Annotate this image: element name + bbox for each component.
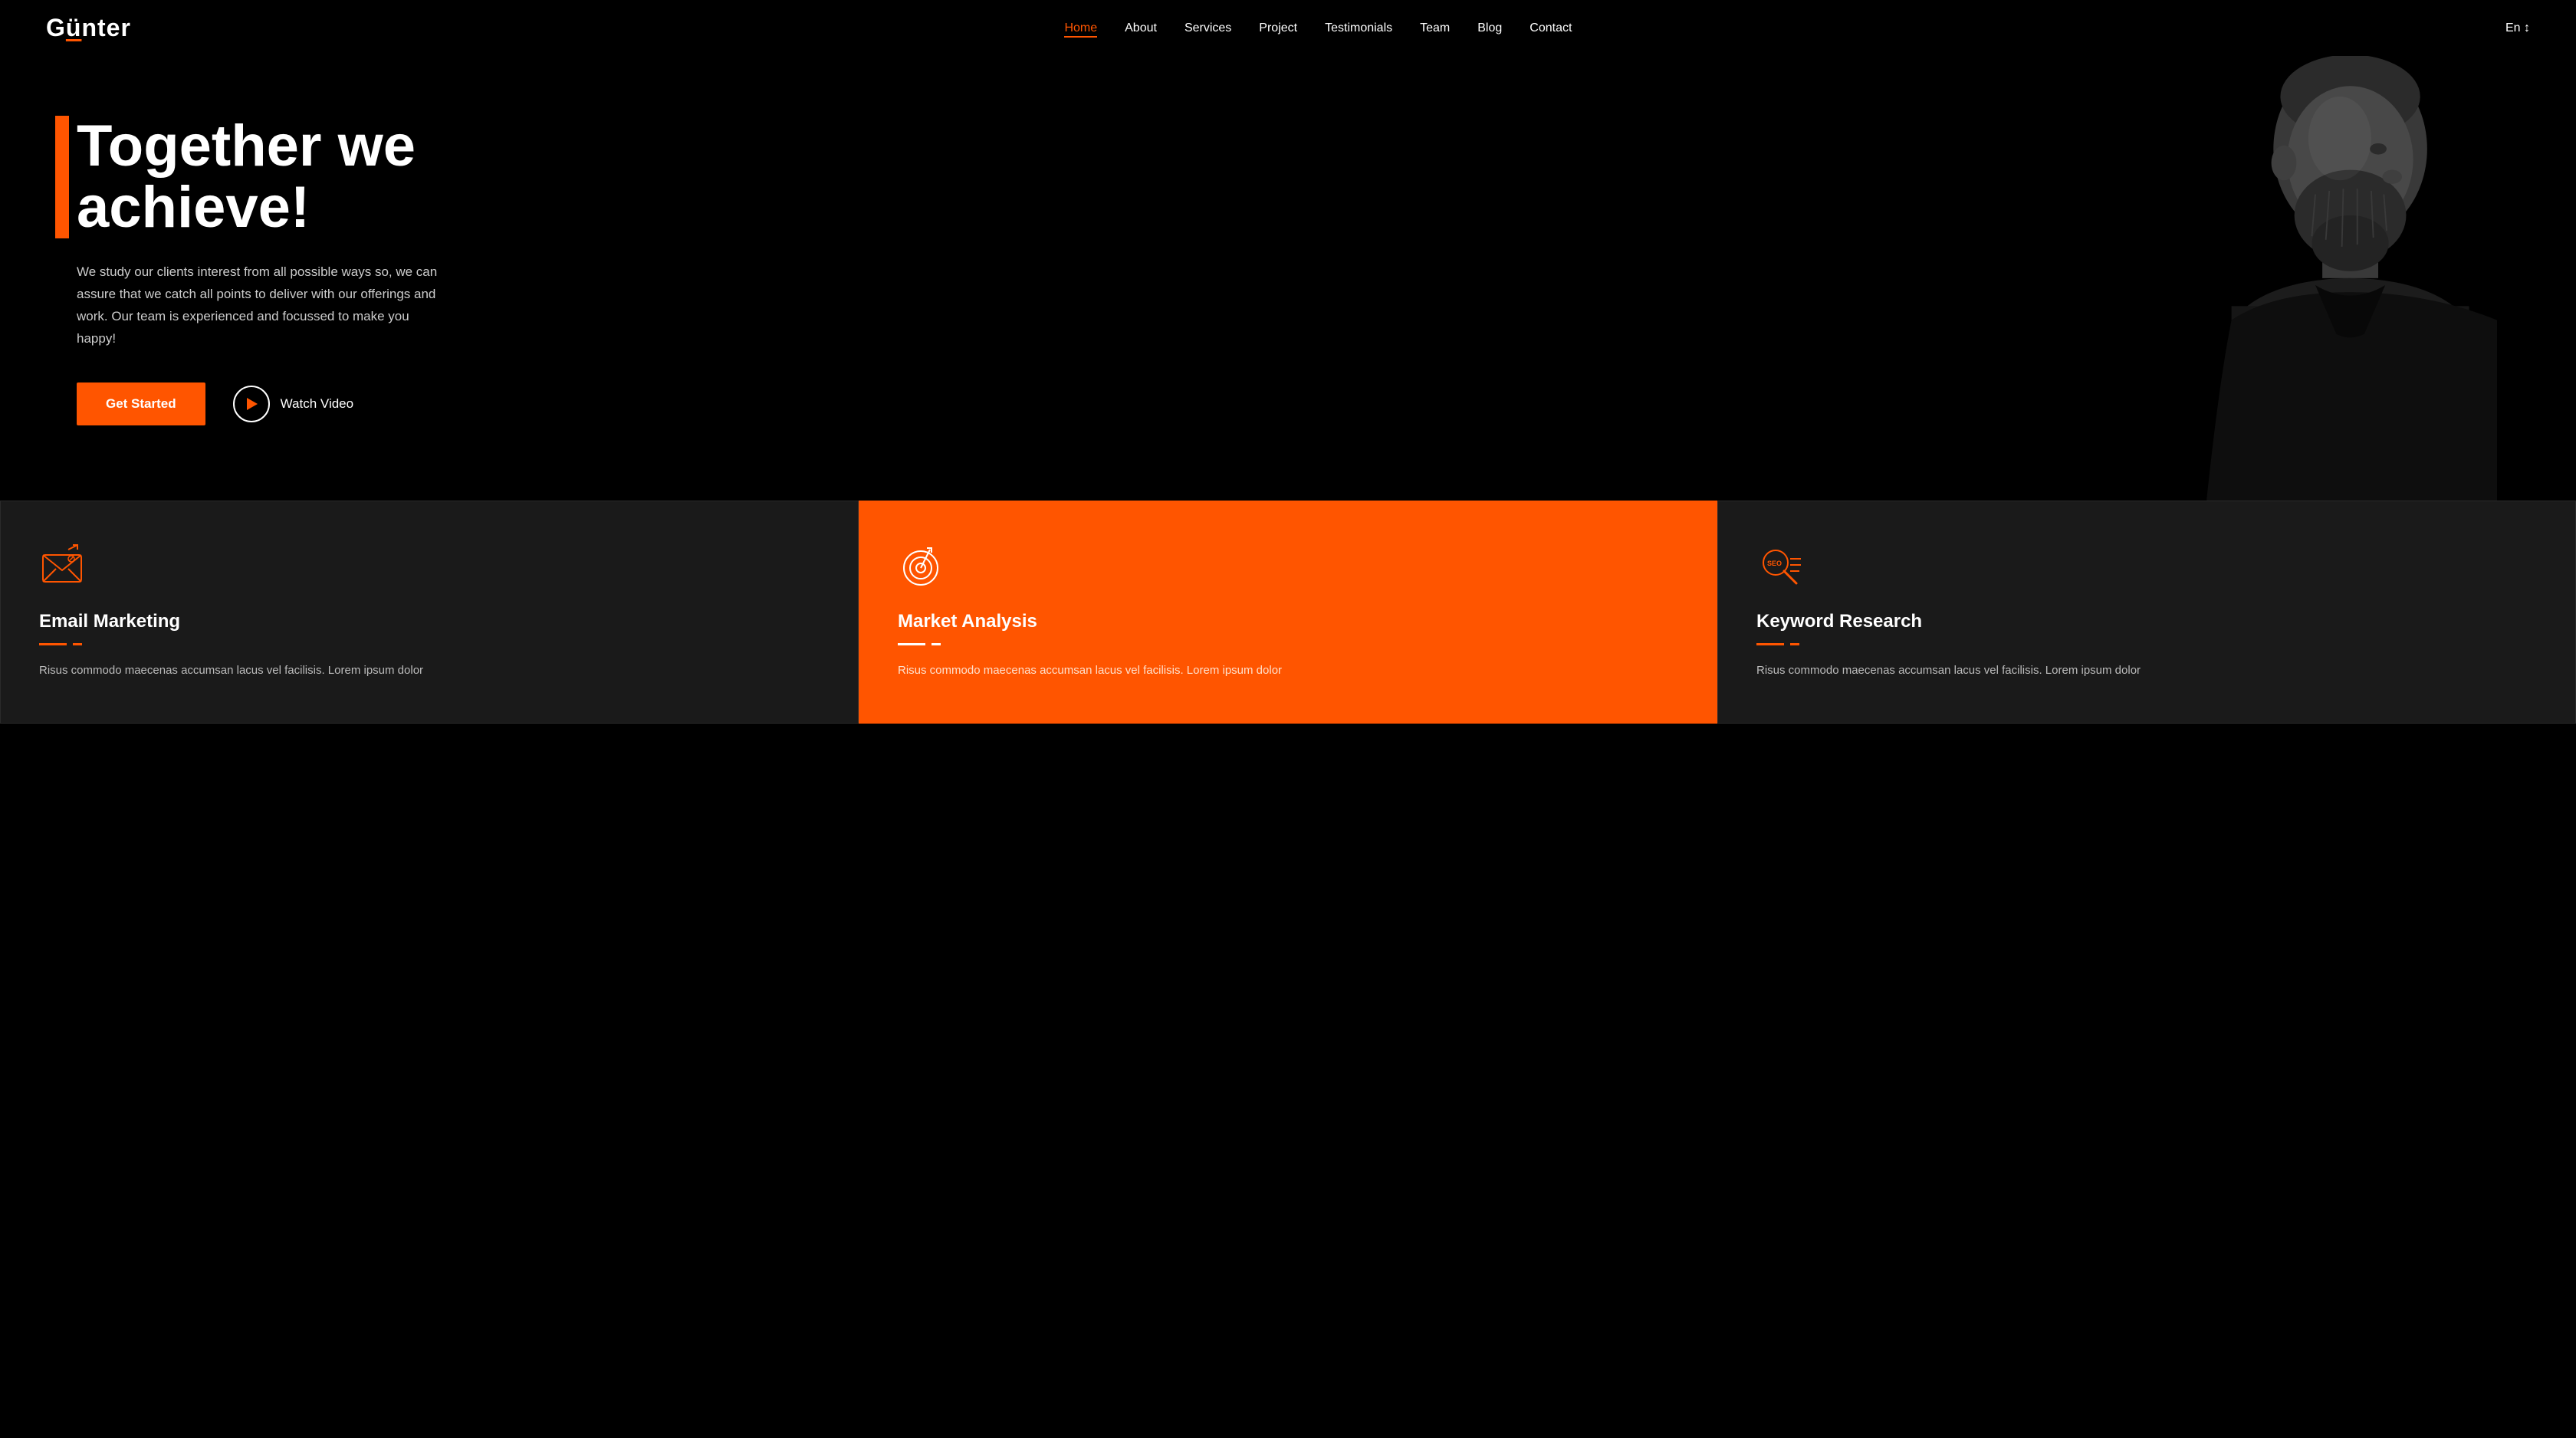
logo[interactable]: Günter	[46, 14, 131, 42]
service-card-market-analysis: Market Analysis Risus commodo maecenas a…	[859, 501, 1717, 724]
nav-blog[interactable]: Blog	[1477, 21, 1502, 34]
service-card-keyword-research: SEO Keyword Research Risus commodo maece…	[1717, 501, 2576, 724]
hero-image	[1159, 56, 2576, 501]
market-analysis-icon	[898, 543, 944, 589]
navbar: Günter Home About Services Project Testi…	[0, 0, 2576, 56]
service-card-email-marketing: Email Marketing Risus commodo maecenas a…	[0, 501, 859, 724]
svg-text:SEO: SEO	[1767, 560, 1782, 567]
watch-video-label: Watch Video	[281, 396, 353, 412]
hero-content: Together we achieve! We study our client…	[0, 70, 491, 486]
hero-actions: Get Started Watch Video	[77, 382, 445, 425]
nav-home[interactable]: Home	[1064, 21, 1097, 38]
hero-description: We study our clients interest from all p…	[77, 261, 445, 350]
keyword-research-icon: SEO	[1756, 543, 1802, 589]
nav-about[interactable]: About	[1125, 21, 1157, 34]
play-circle-icon	[233, 386, 270, 422]
nav-project[interactable]: Project	[1259, 21, 1297, 34]
service-underline-market	[898, 643, 925, 645]
nav-contact[interactable]: Contact	[1530, 21, 1572, 34]
service-underline-keyword	[1756, 643, 1784, 645]
nav-links: Home About Services Project Testimonials…	[1064, 21, 1572, 35]
nav-services[interactable]: Services	[1184, 21, 1231, 34]
nav-testimonials[interactable]: Testimonials	[1325, 21, 1392, 34]
hero-title: Together we achieve!	[77, 116, 445, 238]
service-desc-keyword: Risus commodo maecenas accumsan lacus ve…	[1756, 661, 2537, 681]
service-title-market: Market Analysis	[898, 611, 1678, 632]
service-title-email: Email Marketing	[39, 611, 820, 632]
hero-section: Together we achieve! We study our client…	[0, 56, 2576, 501]
orange-accent-bar	[55, 116, 69, 238]
nav-team[interactable]: Team	[1420, 21, 1450, 34]
service-desc-email: Risus commodo maecenas accumsan lacus ve…	[39, 661, 820, 681]
service-title-keyword: Keyword Research	[1756, 611, 2537, 632]
get-started-button[interactable]: Get Started	[77, 382, 205, 425]
service-underline-email	[39, 643, 67, 645]
play-triangle-icon	[247, 398, 258, 410]
email-marketing-icon	[39, 543, 85, 589]
services-section: Email Marketing Risus commodo maecenas a…	[0, 501, 2576, 724]
language-selector[interactable]: En ↕	[2505, 21, 2530, 35]
service-desc-market: Risus commodo maecenas accumsan lacus ve…	[898, 661, 1678, 681]
hero-person-svg	[2116, 56, 2515, 501]
watch-video-button[interactable]: Watch Video	[233, 386, 353, 422]
